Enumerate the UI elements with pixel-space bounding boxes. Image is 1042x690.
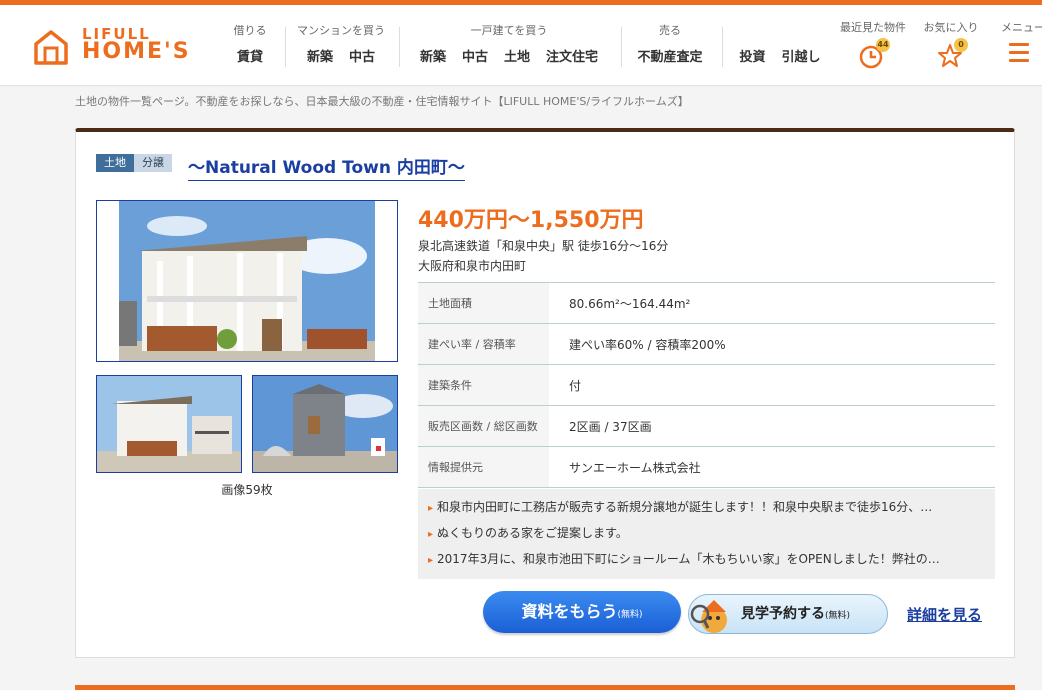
nav-group-house: 一戸建てを買う 新築 中古 土地 注文住宅 [402, 19, 616, 73]
nav-item-mansion-used[interactable]: 中古 [349, 46, 375, 65]
nav-group-other: 投資 引越し [726, 19, 834, 73]
thumbnail-2[interactable] [252, 375, 398, 473]
visit-button-note: (無料) [825, 611, 851, 621]
nav-category: マンションを買う [297, 24, 385, 37]
recent-viewed-label: 最近見た物件 [840, 21, 906, 34]
table-row: 建築条件 付 [418, 364, 995, 406]
request-button-label: 資料をもらう [521, 602, 618, 621]
nav-category: 借りる [233, 24, 267, 37]
nav-category: 一戸建てを買う [470, 24, 548, 37]
thumbnail-1[interactable] [96, 375, 242, 473]
table-row: 情報提供元 サンエーホーム株式会社 [418, 446, 995, 488]
list-item: 2017年3月に、和泉市池田下町にショールーム「木もちいい家」をOPENしました… [428, 547, 985, 573]
house-logo-icon [34, 30, 68, 65]
spec-table: 土地面積 80.66m²～164.44m² 建ぺい率 / 容積率 建ぺい率60%… [418, 282, 995, 488]
spec-label: 土地面積 [418, 282, 549, 324]
nav-group-mansion: マンションを買う 新築 中古 [288, 19, 394, 73]
nav-item-house-new[interactable]: 新築 [420, 46, 446, 65]
table-row: 販売区画数 / 総区画数 2区画 / 37区画 [418, 405, 995, 447]
recent-count-badge: 44 [876, 38, 890, 52]
spec-label: 建ぺい率 / 容積率 [418, 323, 549, 365]
menu-label: メニュー [1001, 21, 1042, 34]
tag-land: 土地 [96, 154, 134, 172]
image-count: 画像59枚 [221, 483, 273, 497]
spec-value: 建ぺい率60% / 容積率200% [549, 323, 995, 365]
table-row: 建ぺい率 / 容積率 建ぺい率60% / 容積率200% [418, 323, 995, 365]
table-row: 土地面積 80.66m²～164.44m² [418, 282, 995, 324]
recent-viewed[interactable]: 最近見た物件 44 [834, 19, 912, 71]
favorites[interactable]: お気に入り 0 [918, 19, 984, 71]
star-icon: 0 [936, 38, 968, 71]
favorites-count-badge: 0 [954, 38, 968, 52]
nav-item-invest[interactable]: 投資 [739, 46, 765, 65]
spec-value: 2区画 / 37区画 [549, 405, 995, 447]
clock-icon: 44 [858, 38, 890, 71]
nav-divider [722, 27, 723, 67]
nav-item-house-used[interactable]: 中古 [462, 46, 488, 65]
main-photo[interactable] [96, 200, 398, 362]
next-card-accent [75, 685, 1015, 690]
site-logo[interactable]: LIFULL HOME'S [33, 25, 208, 69]
nav-group-rent: 借りる 賃貸 [225, 19, 275, 73]
site-header: LIFULL HOME'S 借りる 賃貸 マンションを買う 新築 中古 一戸建て… [0, 5, 1042, 86]
station-access: 泉北高速鉄道「和泉中央」駅 徒歩16分～16分 [418, 239, 669, 253]
nav-divider [621, 27, 622, 67]
address: 大阪府和泉市内田町 [418, 259, 527, 273]
spec-label: 販売区画数 / 総区画数 [418, 405, 549, 447]
visit-button-label: 見学予約する [741, 606, 825, 622]
nav-divider [399, 27, 400, 67]
details-link[interactable]: 詳細を見る [907, 604, 982, 625]
spec-value: サンエーホーム株式会社 [549, 446, 995, 488]
favorites-label: お気に入り [923, 21, 979, 34]
menu[interactable]: メニュー [996, 19, 1042, 63]
listing-tags: 土地 分譲 [96, 154, 172, 172]
listing-title[interactable]: ～Natural Wood Town 内田町～ [188, 153, 465, 181]
nav-group-sell: 売る 不動産査定 [624, 19, 716, 73]
spec-value: 80.66m²～164.44m² [549, 282, 995, 324]
logo-line2: HOME'S [82, 39, 191, 64]
mascot-magnifier-icon [690, 600, 727, 633]
request-documents-button[interactable]: 資料をもらう(無料) [483, 591, 681, 633]
nav-item-moving[interactable]: 引越し [782, 46, 821, 65]
nav-item-appraisal[interactable]: 不動産査定 [637, 46, 702, 65]
list-item: ぬくもりのある家をご提案します。 [428, 521, 985, 547]
nav-item-mansion-new[interactable]: 新築 [307, 46, 333, 65]
spec-label: 情報提供元 [418, 446, 549, 488]
nav-item-rent[interactable]: 賃貸 [237, 46, 263, 65]
feature-list: 和泉市内田町に工務店が販売する新規分譲地が誕生します！！和泉中央駅まで徒歩16分… [418, 489, 995, 579]
nav-category: 売る [659, 24, 681, 37]
request-button-note: (無料) [617, 610, 643, 620]
hamburger-icon [1009, 43, 1029, 63]
listing-card: 土地 分譲 ～Natural Wood Town 内田町～ 画像59枚 440万… [75, 128, 1015, 658]
nav-divider [285, 27, 286, 67]
nav-item-land[interactable]: 土地 [504, 46, 530, 65]
access-info: 泉北高速鉄道「和泉中央」駅 徒歩16分～16分 大阪府和泉市内田町 [418, 236, 668, 276]
nav-item-custom-home[interactable]: 注文住宅 [546, 46, 598, 65]
list-item: 和泉市内田町に工務店が販売する新規分譲地が誕生します！！和泉中央駅まで徒歩16分… [428, 495, 985, 521]
spec-value: 付 [549, 364, 995, 406]
spec-label: 建築条件 [418, 364, 549, 406]
tag-subdivision: 分譲 [134, 154, 172, 172]
price: 440万円～1,550万円 [418, 208, 644, 233]
page-description: 土地の物件一覧ページ。不動産をお探しなら、日本最大級の不動産・住宅情報サイト【L… [75, 95, 689, 108]
